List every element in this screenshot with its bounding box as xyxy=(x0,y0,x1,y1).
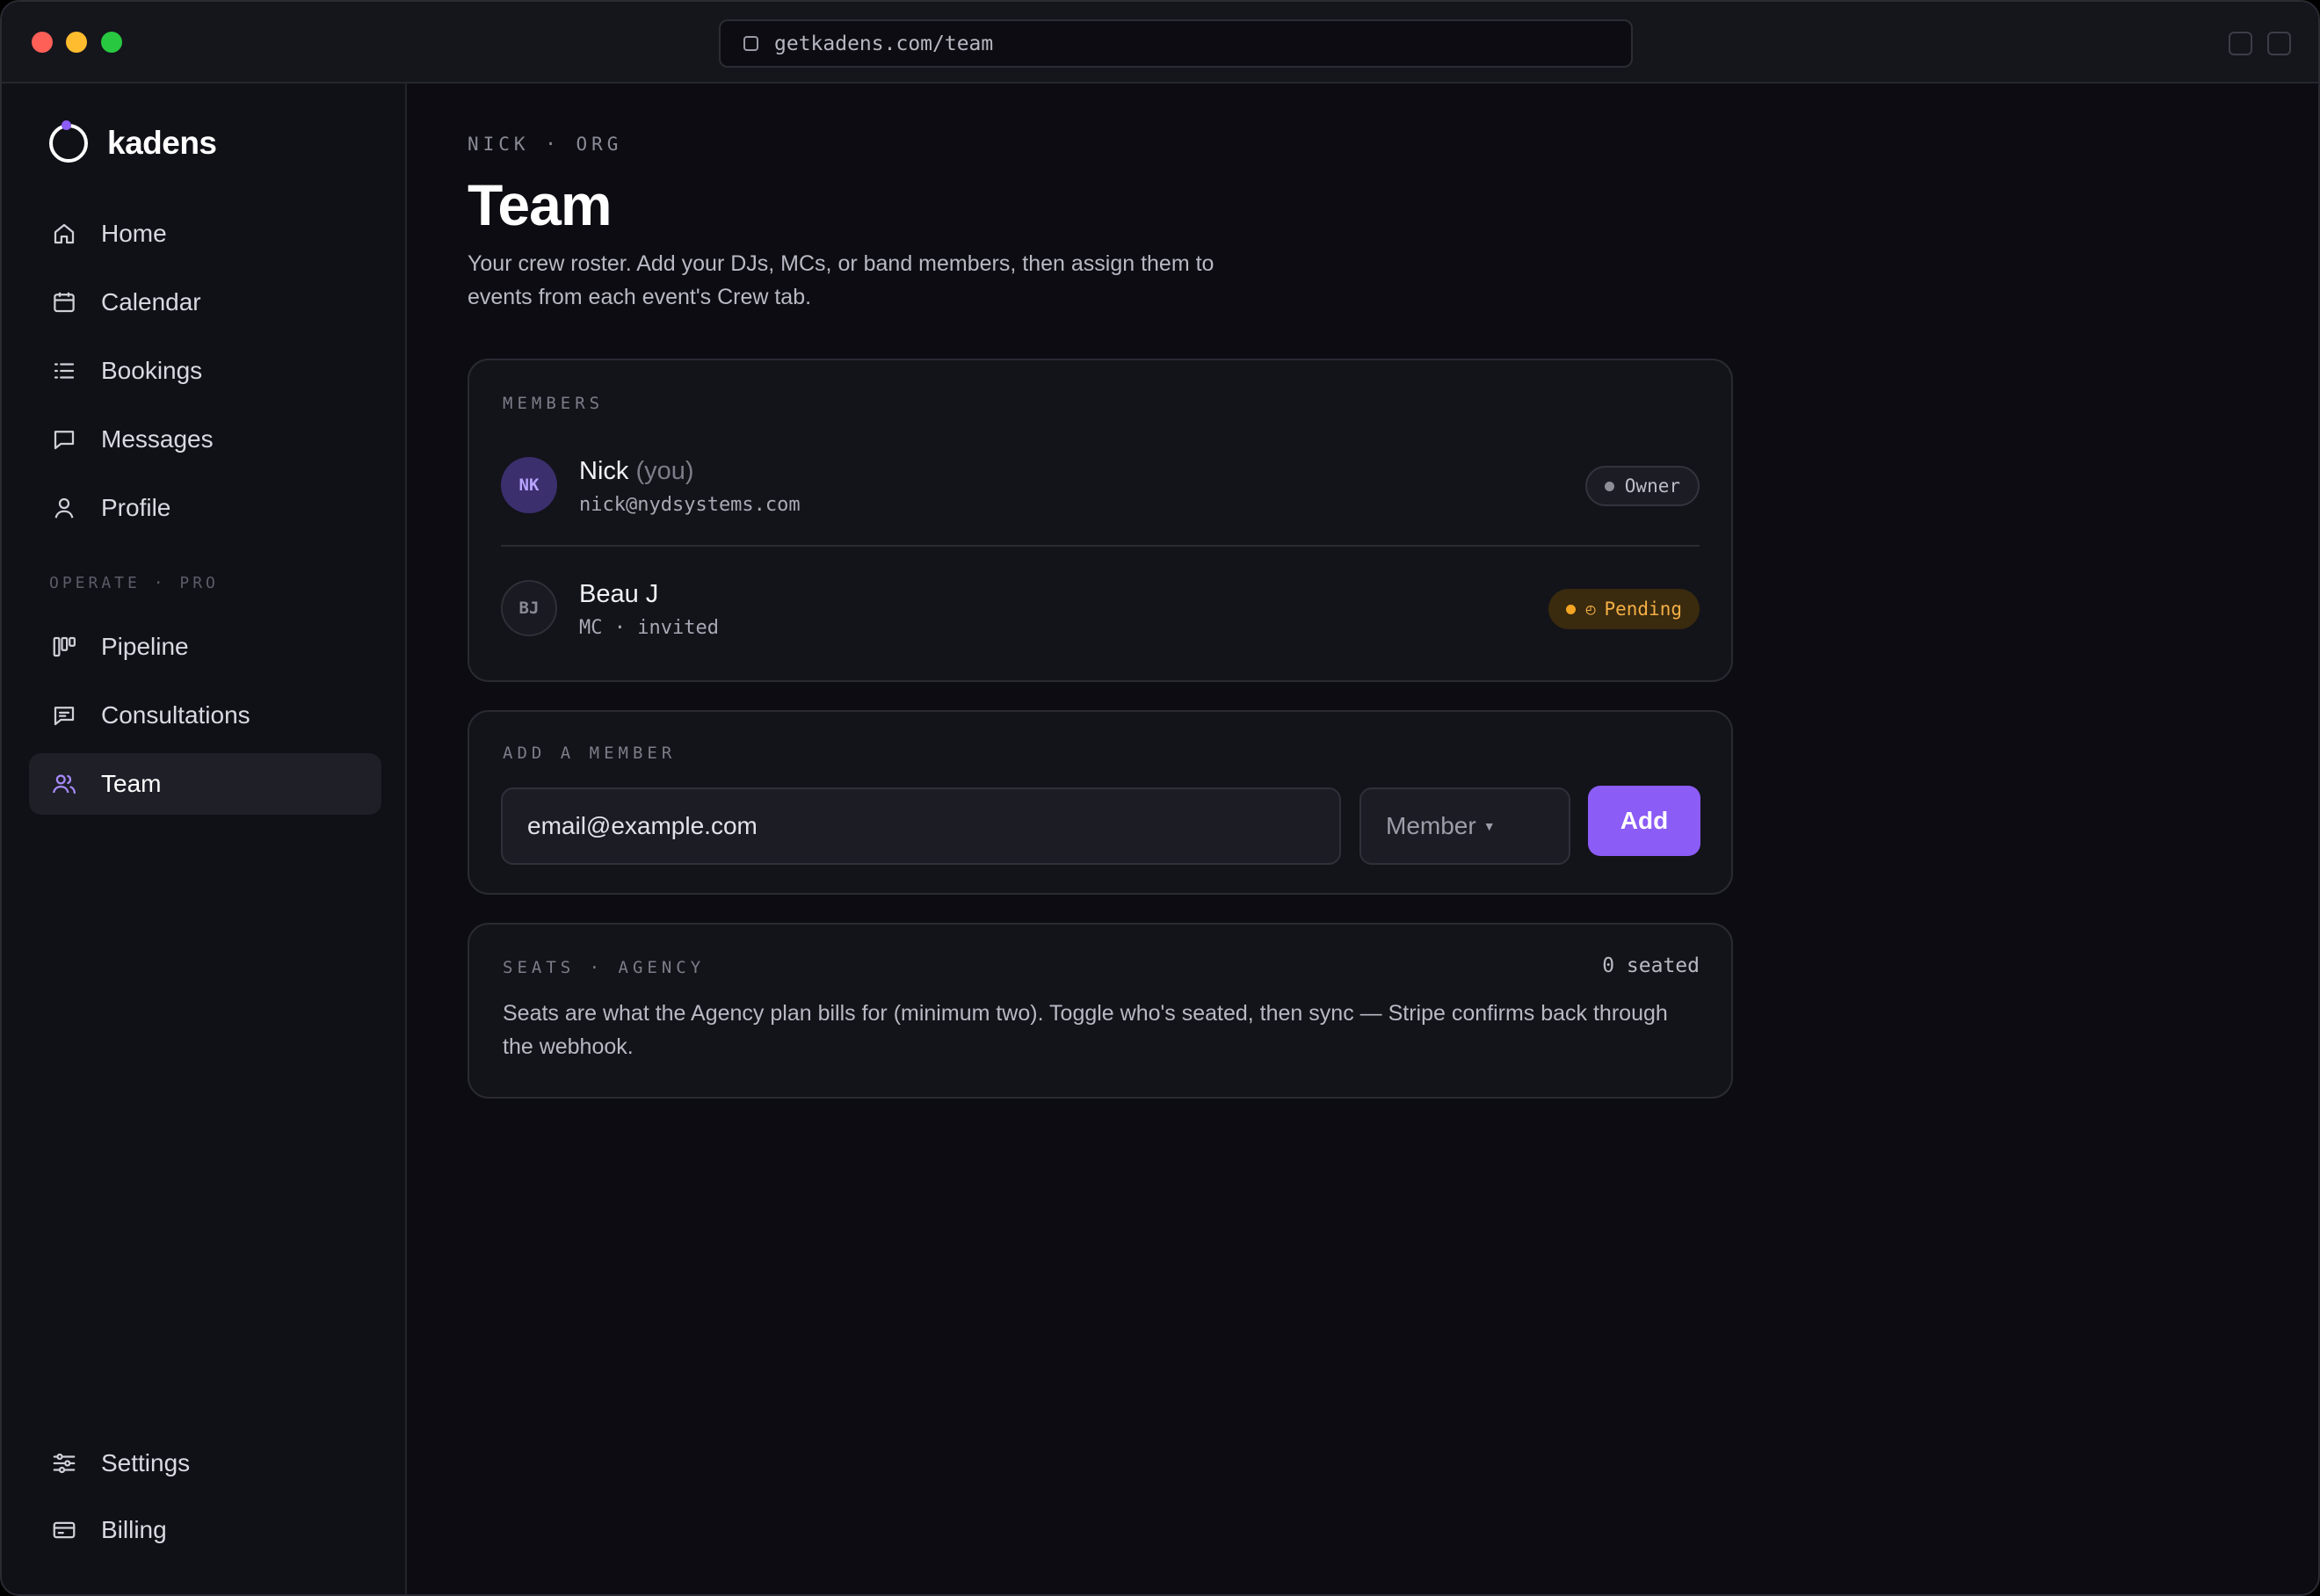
member-role-status: MC · invited xyxy=(579,617,719,639)
message-icon xyxy=(50,425,78,453)
split-view-icon[interactable] xyxy=(2229,32,2252,55)
list-icon xyxy=(50,357,78,385)
sidebar-item-label: Consultations xyxy=(101,701,250,729)
seats-card: SEATS · AGENCY 0 seated Seats are what t… xyxy=(468,923,1733,1099)
avatar: NK xyxy=(501,457,557,513)
sidebar-item-profile[interactable]: Profile xyxy=(29,477,381,539)
member-email: nick@nydsystems.com xyxy=(579,494,801,516)
email-input[interactable] xyxy=(501,787,1341,865)
kanban-icon xyxy=(50,633,78,661)
minimize-window-button[interactable] xyxy=(66,32,87,53)
home-icon xyxy=(50,220,78,248)
role-select[interactable]: Member ▼ xyxy=(1359,787,1570,865)
page-title: Team xyxy=(468,172,613,237)
user-icon xyxy=(50,494,78,522)
sidebar-item-label: Billing xyxy=(101,1516,167,1543)
sidebar: kadens Home Calendar Bookings Messages P… xyxy=(2,83,407,1594)
sliders-icon xyxy=(50,1449,78,1477)
page-description: Your crew roster. Add your DJs, MCs, or … xyxy=(468,251,1214,309)
sidebar-item-label: Calendar xyxy=(101,288,201,316)
clock-icon: ◴ xyxy=(1585,599,1596,619)
chevron-down-icon: ▼ xyxy=(1483,819,1496,833)
sidebar-item-label: Home xyxy=(101,220,167,247)
add-member-card: ADD A MEMBER Member ▼ Add xyxy=(468,710,1733,895)
address-bar[interactable]: getkadens.com/team xyxy=(719,19,1633,68)
divider xyxy=(501,545,1700,547)
breadcrumb: NICK · ORG xyxy=(468,134,623,155)
you-label: (you) xyxy=(635,457,694,485)
seats-description: Seats are what the Agency plan bills for… xyxy=(503,1001,1668,1059)
sidebar-item-bookings[interactable]: Bookings xyxy=(29,340,381,402)
close-window-button[interactable] xyxy=(32,32,53,53)
member-name: Beau J xyxy=(579,580,659,608)
sidebar-item-home[interactable]: Home xyxy=(29,203,381,265)
sidebar-item-label: Messages xyxy=(101,425,214,453)
logo-ring-icon xyxy=(49,120,88,163)
add-member-label: ADD A MEMBER xyxy=(503,744,677,763)
sidebar-item-calendar[interactable]: Calendar xyxy=(29,272,381,333)
app-window: getkadens.com/team kadens Home Calendar xyxy=(0,0,2320,1596)
members-label: MEMBERS xyxy=(503,394,605,413)
chat-icon xyxy=(50,701,78,729)
sidebar-item-label: Bookings xyxy=(101,357,203,384)
pending-badge: ◴ Pending xyxy=(1548,589,1700,629)
maximize-window-button[interactable] xyxy=(101,32,122,53)
sidebar-section-label: OPERATE · PRO xyxy=(49,574,219,592)
sidebar-item-messages[interactable]: Messages xyxy=(29,409,381,470)
site-info-icon xyxy=(743,36,758,51)
status-dot-icon xyxy=(1565,604,1576,614)
owner-badge: Owner xyxy=(1584,466,1700,506)
sidebar-item-pipeline[interactable]: Pipeline xyxy=(29,616,381,678)
role-select-value: Member xyxy=(1386,812,1476,839)
member-row[interactable]: BJ Beau J MC · invited ◴ Pending xyxy=(501,568,1700,656)
url-text: getkadens.com/team xyxy=(774,32,994,55)
sidebar-item-label: Team xyxy=(101,770,162,797)
sidebar-item-label: Profile xyxy=(101,494,171,521)
sidebar-item-label: Pipeline xyxy=(101,633,189,660)
seats-label: SEATS · AGENCY xyxy=(503,958,706,977)
browser-titlebar: getkadens.com/team xyxy=(2,2,2318,83)
sidebar-item-label: Settings xyxy=(101,1449,191,1476)
add-member-button[interactable]: Add xyxy=(1588,786,1700,856)
tab-overview-icon[interactable] xyxy=(2267,32,2291,55)
sidebar-item-billing[interactable]: Billing xyxy=(29,1499,381,1561)
status-dot-icon xyxy=(1604,481,1614,491)
brand-name: kadens xyxy=(107,125,217,161)
sidebar-item-consultations[interactable]: Consultations xyxy=(29,685,381,746)
member-name: Nick (you) xyxy=(579,457,694,485)
users-icon xyxy=(50,770,78,798)
credit-card-icon xyxy=(50,1516,78,1544)
members-card: MEMBERS NK Nick (you) nick@nydsystems.co… xyxy=(468,359,1733,682)
sidebar-item-settings[interactable]: Settings xyxy=(29,1433,381,1494)
calendar-icon xyxy=(50,288,78,316)
sidebar-item-team[interactable]: Team xyxy=(29,753,381,815)
avatar: BJ xyxy=(501,580,557,636)
brand-logo[interactable]: kadens xyxy=(49,120,217,163)
member-row[interactable]: NK Nick (you) nick@nydsystems.com Owner xyxy=(501,445,1700,533)
seated-count: 0 seated xyxy=(1602,954,1700,977)
